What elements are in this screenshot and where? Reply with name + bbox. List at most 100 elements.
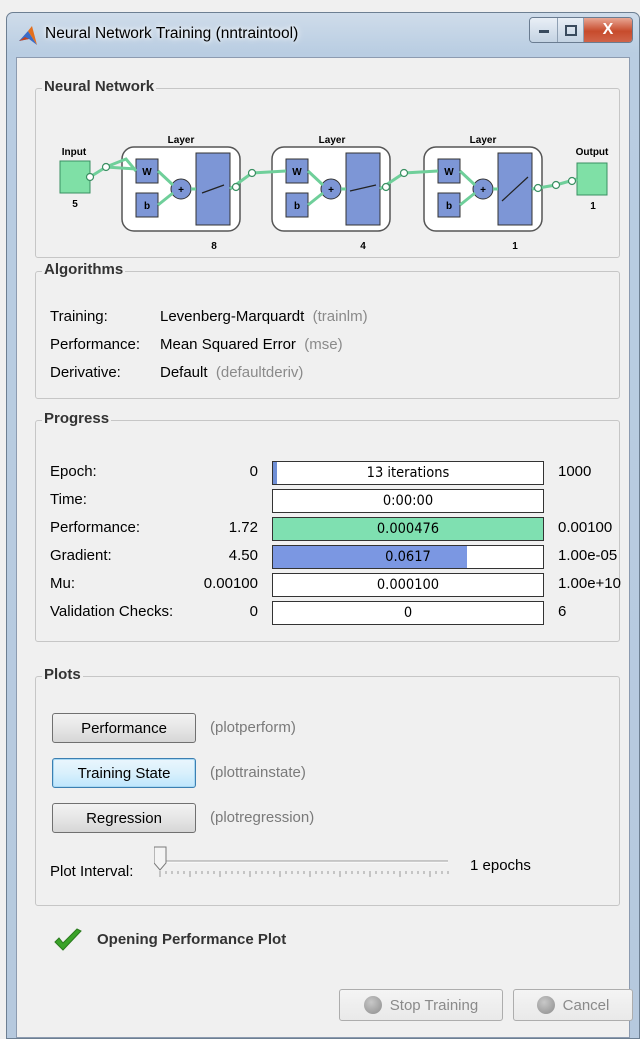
layer-2-sum: + (328, 185, 334, 196)
layer-1: Layer W b + 8 (121, 135, 241, 252)
layer-3-size: 1 (512, 241, 518, 252)
slider-thumb[interactable] (154, 846, 167, 871)
layer-1-sum: + (178, 185, 184, 196)
layer-3-title: Layer (470, 135, 497, 146)
layer-1-title: Layer (168, 135, 195, 146)
input-node (59, 160, 91, 194)
training-state-plot-button[interactable]: Training State (52, 758, 196, 788)
performance-current-value: 0.000476 (376, 521, 440, 537)
stop-training-label: Stop Training (389, 996, 479, 1014)
gradient-label: Gradient: (50, 547, 112, 564)
algorithms-title: Algorithms (42, 261, 126, 278)
output-label: Output (576, 147, 609, 158)
regression-plot-button[interactable]: Regression (52, 803, 196, 833)
validation-checks-current-value: 0 (403, 605, 413, 621)
layer-3-weight: W (444, 167, 454, 178)
plot-interval-value: 1 epochs (470, 857, 531, 874)
output-size: 1 (590, 201, 596, 212)
training-value: Levenberg-Marquardt (trainlm) (160, 308, 368, 325)
epoch-label: Epoch: (50, 463, 97, 480)
mu-start-value: 0.00100 (203, 575, 258, 592)
time-current-value: 0:00:00 (382, 493, 434, 509)
plot-interval-slider[interactable] (154, 845, 454, 881)
epoch-current-value: 13 iterations (366, 465, 450, 481)
gradient-start-value: 4.50 (228, 547, 258, 564)
time-progress-bar: 0:00:00 (272, 489, 544, 513)
plots-group: Plots Performance (plotperform) Training… (35, 666, 620, 906)
matlab-logo-icon (19, 26, 37, 45)
derivative-label: Derivative: (50, 364, 121, 381)
neural-network-group: Neural Network Input 5 Output 1 Layer W … (35, 78, 620, 258)
plot-interval-label: Plot Interval: (50, 863, 134, 880)
derivative-value: Default (defaultderiv) (160, 364, 303, 381)
epoch-progress-bar: 13 iterations (272, 461, 544, 485)
layer-1-bias: b (144, 201, 150, 212)
validation-checks-start-value: 0 (249, 603, 258, 620)
minimize-button[interactable] (530, 18, 558, 42)
window-title: Neural Network Training (nntraintool) (45, 25, 299, 42)
performance-value: Mean Squared Error (mse) (160, 336, 343, 353)
layer-3-bias: b (446, 201, 452, 212)
caption-buttons: X (529, 17, 633, 43)
validation-checks-progress-bar: 0 (272, 601, 544, 625)
layer-3-sum: + (480, 185, 486, 196)
close-icon: X (602, 21, 614, 38)
layer-3: Layer W b + 1 (423, 135, 543, 252)
mu-current-value: 0.000100 (376, 577, 440, 593)
layer-1-size: 8 (211, 241, 217, 252)
derivative-function: Default (160, 364, 208, 381)
performance-progress-bar: 0.000476 (272, 517, 544, 541)
cancel-label: Cancel (562, 996, 610, 1014)
output-node (576, 162, 608, 196)
performance-start-value: 1.72 (228, 519, 258, 536)
input-size: 5 (72, 199, 78, 210)
checkmark-icon (54, 928, 82, 951)
network-diagram: Input 5 Output 1 Layer W b + 8 Layer W b… (59, 135, 609, 252)
stop-training-button[interactable]: Stop Training (339, 989, 503, 1021)
performance-label: Performance: (50, 519, 141, 536)
validation-checks-label: Validation Checks: (50, 603, 174, 620)
status-message: Opening Performance Plot (97, 931, 287, 948)
layer-2-title: Layer (319, 135, 346, 146)
stop-icon (363, 996, 382, 1014)
minimize-icon (538, 30, 549, 33)
close-button[interactable]: X (584, 18, 632, 42)
maximize-icon (564, 24, 577, 36)
training-function: Levenberg-Marquardt (160, 308, 305, 325)
performance-code: (mse) (304, 336, 343, 353)
mu-label: Mu: (50, 575, 76, 592)
cancel-icon (536, 996, 555, 1014)
performance-target-value: 0.00100 (558, 519, 613, 536)
epoch-start-value: 0 (249, 463, 258, 480)
slider-ticks (159, 871, 449, 877)
gradient-target-value: 1.00e-05 (558, 547, 618, 564)
client-area: Neural Network Input 5 Output 1 Layer W … (16, 57, 633, 1038)
training-label: Training: (50, 308, 108, 325)
training-state-plot-code: (plottrainstate) (210, 764, 306, 781)
input-label: Input (62, 147, 87, 158)
performance-label: Performance: (50, 336, 141, 353)
gradient-progress-bar: 0.0617 (272, 545, 544, 569)
cancel-button[interactable]: Cancel (513, 989, 633, 1021)
performance-function: Mean Squared Error (160, 336, 296, 353)
time-label: Time: (50, 491, 87, 508)
gradient-current-value: 0.0617 (385, 549, 431, 565)
algorithms-group: Algorithms Training: Levenberg-Marquardt… (35, 261, 620, 399)
layer-2-size: 4 (360, 241, 366, 252)
layer-2-bias: b (294, 201, 300, 212)
validation-checks-target-value: 6 (558, 603, 567, 620)
performance-plot-button[interactable]: Performance (52, 713, 196, 743)
mu-target-value: 1.00e+10 (558, 575, 621, 592)
progress-title: Progress (42, 410, 112, 427)
layer-2-weight: W (292, 167, 302, 178)
training-code: (trainlm) (312, 308, 368, 325)
app-window: Neural Network Training (nntraintool) X … (6, 12, 640, 1039)
maximize-button[interactable] (558, 18, 584, 42)
mu-progress-bar: 0.000100 (272, 573, 544, 597)
layer-1-weight: W (142, 167, 152, 178)
derivative-code: (defaultderiv) (215, 364, 304, 381)
regression-plot-code: (plotregression) (210, 809, 315, 826)
layer-2: Layer W b + 4 (271, 135, 391, 252)
title-bar[interactable]: Neural Network Training (nntraintool) X (7, 13, 639, 57)
progress-group: Progress Epoch: 0 13 iterations 1000 Time: 0:… (35, 410, 621, 642)
